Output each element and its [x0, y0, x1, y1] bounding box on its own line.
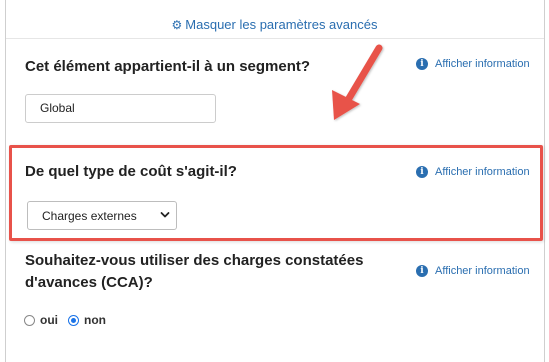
cca-question: Souhaitez-vous utiliser des charges cons… — [25, 250, 363, 294]
segment-question: Cet élément appartient-il à un segment? — [25, 58, 311, 75]
info-icon: i — [416, 265, 428, 277]
cca-info-link[interactable]: i Afficher information — [416, 265, 530, 277]
info-link-label: Afficher information — [435, 265, 530, 277]
cca-radio-group: oui non — [24, 313, 116, 327]
cca-question-line2: d'avances (CCA)? — [25, 274, 153, 291]
panel-left-border — [5, 0, 6, 362]
annotation-arrow-icon — [332, 44, 383, 120]
radio-non[interactable] — [68, 314, 79, 326]
radio-oui-label[interactable]: oui — [40, 313, 58, 327]
radio-non-label[interactable]: non — [84, 313, 106, 327]
info-icon: i — [416, 58, 428, 70]
hide-advanced-settings-link[interactable]: ⚙ Masquer les paramètres avancés — [0, 17, 549, 32]
highlight-annotation-box — [9, 145, 543, 241]
segment-input[interactable]: Global — [25, 94, 216, 123]
gear-icon: ⚙ — [171, 18, 183, 32]
divider — [6, 38, 544, 39]
cca-question-line1: Souhaitez-vous utiliser des charges cons… — [25, 252, 364, 269]
radio-oui[interactable] — [24, 314, 35, 326]
hide-advanced-settings-label: Masquer les paramètres avancés — [185, 17, 378, 32]
info-link-label: Afficher information — [435, 58, 530, 70]
panel-right-border — [544, 0, 545, 362]
segment-info-link[interactable]: i Afficher information — [416, 58, 530, 70]
